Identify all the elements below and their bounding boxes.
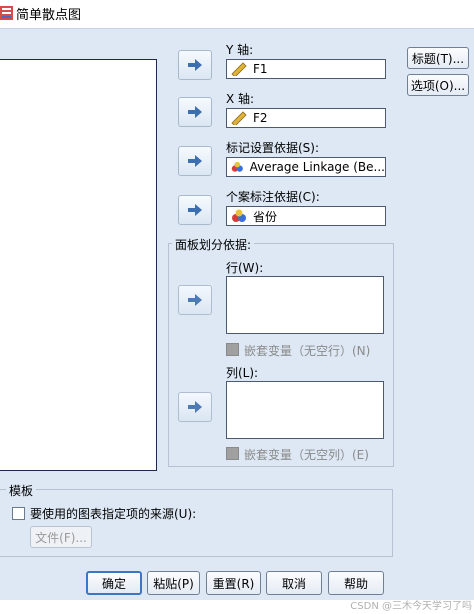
panel-by-legend: 面板划分依据: <box>172 236 255 253</box>
nominal-variable-icon <box>232 209 246 222</box>
template-legend: 模板 <box>6 482 37 499</box>
move-to-y-axis-button[interactable] <box>178 50 212 80</box>
x-axis-field[interactable]: F2 <box>226 108 386 128</box>
arrow-right-icon <box>188 294 202 306</box>
y-axis-label: Y 轴: <box>226 43 254 57</box>
ok-button[interactable]: 确定 <box>86 571 142 595</box>
move-to-columns-button[interactable] <box>178 392 212 422</box>
label-cases-label: 个案标注依据(C): <box>226 190 320 204</box>
set-markers-field[interactable]: Average Linkage (Be... <box>226 157 386 177</box>
arrow-right-icon <box>188 59 202 71</box>
titles-button[interactable]: 标题(T)... <box>407 47 469 69</box>
use-spec-checkbox[interactable] <box>12 507 25 520</box>
use-spec-label: 要使用的图表指定项的来源(U): <box>30 507 197 521</box>
arrow-right-icon <box>188 155 202 167</box>
set-markers-value: Average Linkage (Be... <box>249 160 385 174</box>
y-axis-field[interactable]: F1 <box>226 59 386 79</box>
nominal-variable-icon <box>231 161 243 172</box>
arrow-right-icon <box>188 401 202 413</box>
file-button[interactable]: 文件(F)... <box>30 526 92 548</box>
move-to-rows-button[interactable] <box>178 285 212 315</box>
arrow-right-icon <box>188 106 202 118</box>
ruler-icon <box>231 111 247 125</box>
nest-rows-checkbox[interactable] <box>226 343 239 356</box>
columns-label: 列(L): <box>226 366 259 380</box>
set-markers-label: 标记设置依据(S): <box>226 141 320 155</box>
columns-list[interactable] <box>226 381 384 439</box>
arrow-right-icon <box>188 204 202 216</box>
label-cases-value: 省份 <box>253 209 278 224</box>
move-to-label-cases-button[interactable] <box>178 195 212 225</box>
ruler-icon <box>231 62 247 76</box>
options-button[interactable]: 选项(O)... <box>407 74 469 96</box>
reset-button[interactable]: 重置(R) <box>206 571 261 595</box>
rows-label: 行(W): <box>226 261 264 275</box>
rows-list[interactable] <box>226 276 384 334</box>
watermark: CSDN @三木今天学习了吗 <box>350 601 472 612</box>
cancel-button[interactable]: 取消 <box>266 571 322 595</box>
move-to-set-markers-button[interactable] <box>178 146 212 176</box>
nest-rows-label: 嵌套变量（无空行）(N) <box>244 344 371 358</box>
nest-columns-checkbox[interactable] <box>226 447 239 460</box>
x-axis-label: X 轴: <box>226 92 255 106</box>
window-title: 简单散点图 <box>16 8 82 23</box>
source-variable-list[interactable] <box>0 59 157 471</box>
label-cases-field[interactable]: 省份 <box>226 206 386 226</box>
nest-columns-label: 嵌套变量（无空列）(E) <box>244 448 369 462</box>
move-to-x-axis-button[interactable] <box>178 97 212 127</box>
paste-button[interactable]: 粘贴(P) <box>147 571 200 595</box>
title-bar: 简单散点图 <box>0 0 474 28</box>
help-button[interactable]: 帮助 <box>328 571 384 595</box>
scatter-chart-icon <box>0 6 13 20</box>
y-axis-value: F1 <box>253 62 268 76</box>
x-axis-value: F2 <box>253 111 268 125</box>
